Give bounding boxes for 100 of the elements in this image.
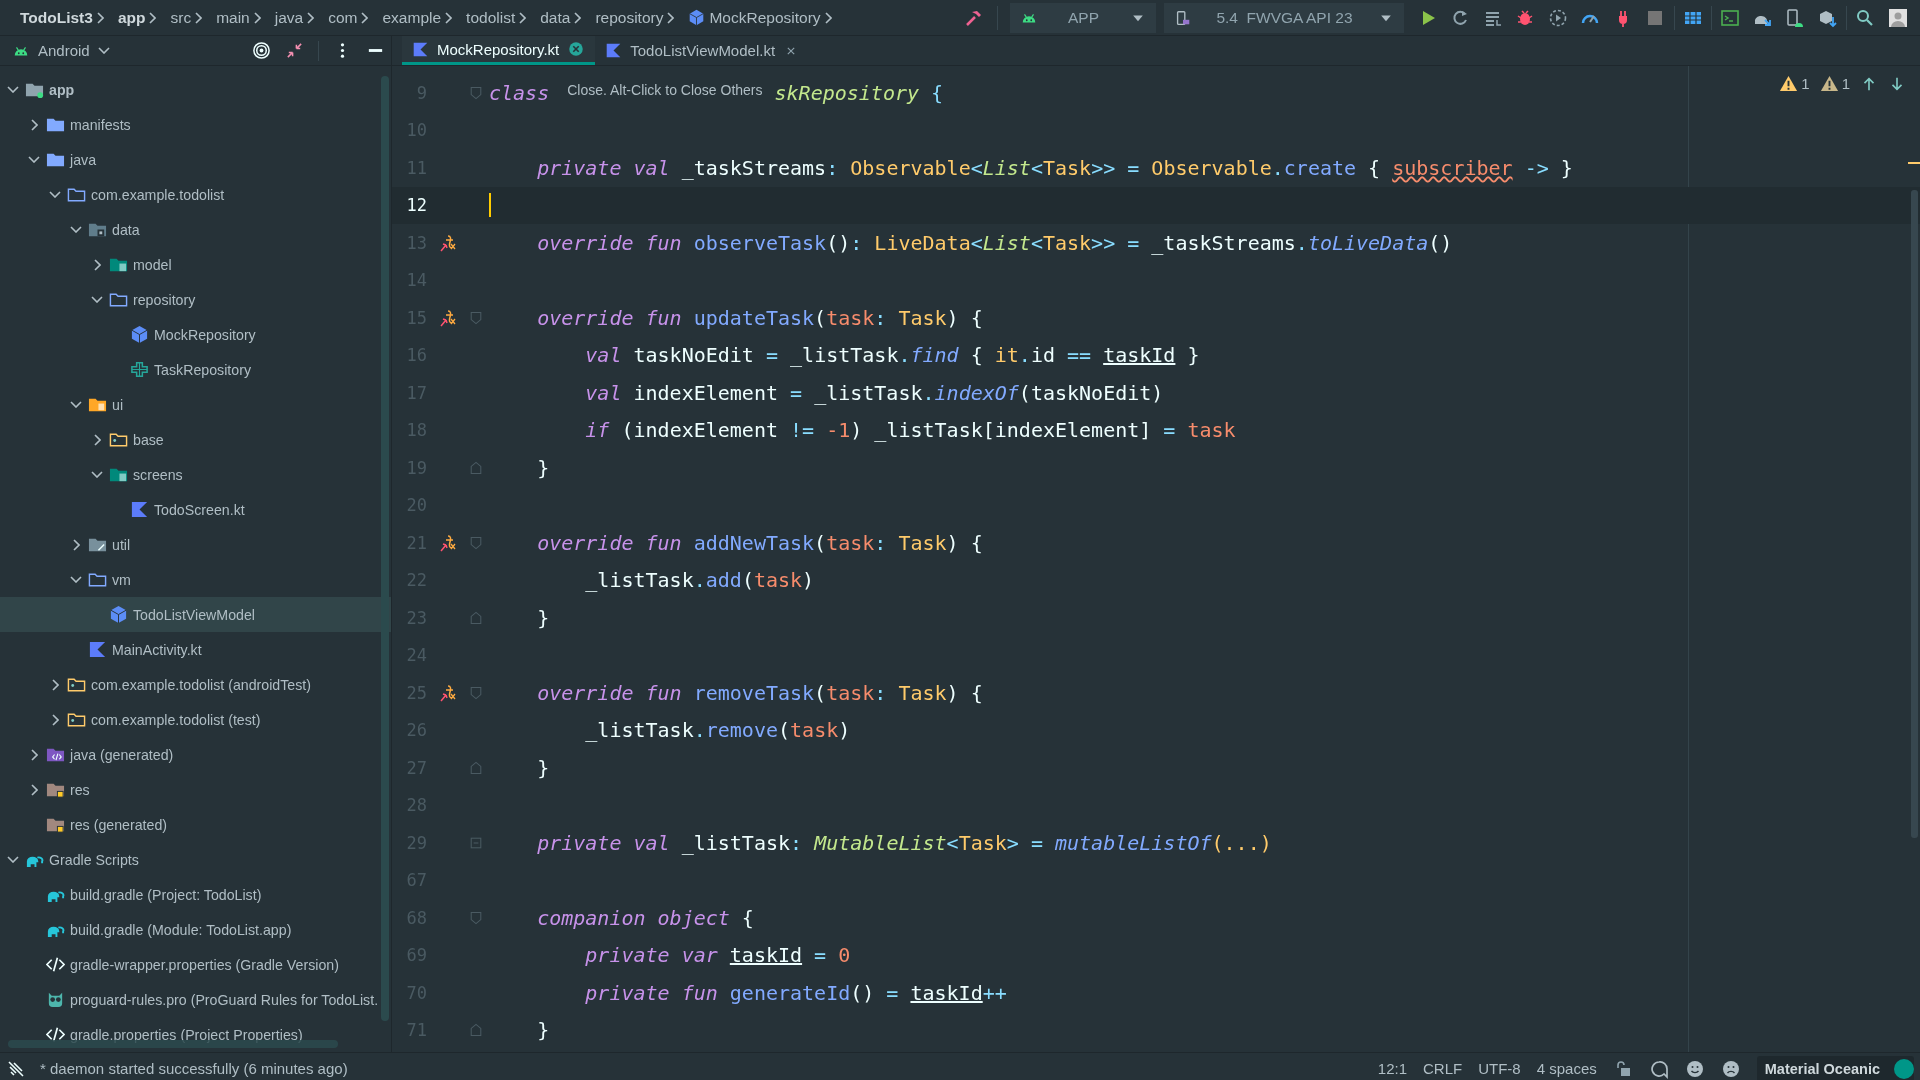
line-ending[interactable]: CRLF <box>1423 1060 1463 1077</box>
project-view-dropdown[interactable]: Android <box>12 41 110 60</box>
warning-icon[interactable] <box>1819 74 1839 93</box>
fold-marker-icon[interactable] <box>468 684 484 701</box>
chevron-right-icon <box>253 11 261 24</box>
fold-marker-icon[interactable] <box>468 909 484 926</box>
tree-item[interactable]: build.gradle (Module: TodoList.app) <box>0 912 391 947</box>
chevron-right-icon <box>96 11 104 24</box>
scrollbar-thumb[interactable] <box>1911 190 1918 838</box>
collapse-icon[interactable] <box>285 41 304 60</box>
tree-item[interactable]: gradle.properties (Project Properties) <box>0 1017 391 1052</box>
tree-item[interactable]: build.gradle (Project: TodoList) <box>0 877 391 912</box>
phone-android-icon[interactable] <box>1785 7 1806 28</box>
fold-marker-icon[interactable] <box>468 534 484 551</box>
chevron-right-icon[interactable] <box>30 118 38 131</box>
breadcrumb-item[interactable]: java <box>274 8 304 27</box>
tree-item[interactable]: ui <box>0 387 391 422</box>
tree-item[interactable]: vm <box>0 562 391 597</box>
tree-item[interactable]: proguard-rules.pro (ProGuard Rules for TodoList. <box>0 982 391 1017</box>
fold-marker-icon[interactable] <box>468 84 484 101</box>
chevron-down-icon[interactable] <box>7 856 19 863</box>
tree-item[interactable]: base <box>0 422 391 457</box>
tree-item[interactable]: screens <box>0 457 391 492</box>
chevron-down-icon[interactable] <box>70 226 82 233</box>
fold-marker-icon[interactable] <box>468 759 484 776</box>
tree-item[interactable]: com.example.todolist (test) <box>0 702 391 737</box>
override-marker-icon[interactable] <box>437 307 457 328</box>
terminal-icon[interactable] <box>1720 7 1741 28</box>
tree-item[interactable]: res <box>0 772 391 807</box>
run-config-dropdown[interactable]: APP <box>1009 2 1156 33</box>
chat-icon[interactable] <box>1648 1058 1669 1079</box>
chevron-down-icon[interactable] <box>91 296 103 303</box>
fold-marker-icon[interactable] <box>468 459 484 476</box>
editor-tab[interactable]: TodoListViewModel.kt <box>595 36 810 65</box>
chevron-down-icon[interactable] <box>91 471 103 478</box>
chevron-down-icon[interactable] <box>70 401 82 408</box>
tree-item[interactable]: java (generated) <box>0 737 391 772</box>
caret-position[interactable]: 12:1 <box>1377 1060 1408 1077</box>
fold-marker-icon[interactable] <box>468 609 484 626</box>
chevron-down-icon[interactable] <box>28 156 40 163</box>
tree-item[interactable]: com.example.todolist (androidTest) <box>0 667 391 702</box>
breadcrumb-item[interactable]: TodoList3 <box>20 8 93 27</box>
breadcrumb-item[interactable]: com <box>328 8 358 27</box>
file-encoding[interactable]: UTF-8 <box>1478 1060 1521 1077</box>
breadcrumb-item[interactable]: src <box>170 8 192 27</box>
chevron-right-icon[interactable] <box>30 748 38 761</box>
breadcrumb-item[interactable]: example <box>382 8 442 27</box>
tree-item[interactable]: res (generated) <box>0 807 391 842</box>
tree-item[interactable]: MainActivity.kt <box>0 632 391 667</box>
sad-icon[interactable] <box>1720 1058 1741 1079</box>
override-marker-icon[interactable] <box>437 682 457 703</box>
cube-icon <box>109 605 128 624</box>
chevron-down-icon[interactable] <box>49 191 61 198</box>
chevron-right-icon[interactable] <box>93 433 101 446</box>
status-message: * daemon started successfully (6 minutes ago) <box>40 1060 348 1077</box>
breadcrumb-item[interactable]: repository <box>595 8 664 27</box>
tree-item[interactable]: data <box>0 212 391 247</box>
breadcrumb-item[interactable]: data <box>540 8 571 27</box>
tree-item[interactable]: com.example.todolist <box>0 177 391 212</box>
tree-item[interactable]: manifests <box>0 107 391 142</box>
indent-setting[interactable]: 4 spaces <box>1536 1060 1597 1077</box>
chevron-down-icon[interactable] <box>70 576 82 583</box>
tree-item[interactable]: util <box>0 527 391 562</box>
chevron-right-icon[interactable] <box>93 258 101 271</box>
fold-marker-icon[interactable] <box>468 309 484 326</box>
chevron-right-icon[interactable] <box>30 783 38 796</box>
breadcrumb-item[interactable]: MockRepository <box>709 8 821 27</box>
override-marker-icon[interactable] <box>437 532 457 553</box>
user-avatar-icon[interactable] <box>1887 7 1908 28</box>
tree-item[interactable]: model <box>0 247 391 282</box>
tree-item[interactable]: repository <box>0 282 391 317</box>
tree-item[interactable]: TodoScreen.kt <box>0 492 391 527</box>
breadcrumb-item[interactable]: todolist <box>466 8 516 27</box>
chevron-down-icon[interactable] <box>7 86 19 93</box>
theme-button[interactable]: Material Oceanic <box>1756 1055 1914 1080</box>
chevron-right-icon[interactable] <box>51 678 59 691</box>
override-marker-icon[interactable] <box>437 232 457 253</box>
attach-icon[interactable] <box>1547 7 1568 28</box>
breadcrumb-item[interactable]: main <box>216 8 250 27</box>
scrollbar-thumb[interactable] <box>381 76 389 1021</box>
target-icon[interactable] <box>252 41 271 60</box>
status-panel-icon[interactable] <box>6 1058 26 1079</box>
tree-item[interactable]: Gradle Scripts <box>0 842 391 877</box>
close-icon[interactable] <box>567 40 586 58</box>
editor-tab[interactable]: MockRepository.kt <box>402 36 596 65</box>
cube-icon <box>688 9 706 26</box>
device-dropdown[interactable]: 5.4 FWVGA API 23 <box>1163 2 1404 33</box>
warning-count: 1 <box>1841 75 1850 92</box>
tree-item[interactable]: TodoListViewModel <box>0 597 391 632</box>
tree-item[interactable]: TaskRepository <box>0 352 391 387</box>
chevron-right-icon[interactable] <box>51 713 59 726</box>
fold-marker-icon[interactable] <box>468 1022 484 1039</box>
tree-item[interactable]: gradle-wrapper.properties (Gradle Version) <box>0 947 391 982</box>
tree-item[interactable]: java <box>0 142 391 177</box>
warning-icon[interactable] <box>1779 74 1799 93</box>
tree-item[interactable]: app <box>0 72 391 107</box>
smile-icon[interactable] <box>1684 1058 1705 1079</box>
breadcrumb-item[interactable]: app <box>117 8 146 27</box>
tree-item[interactable]: MockRepository <box>0 317 391 352</box>
chevron-right-icon[interactable] <box>72 538 80 551</box>
